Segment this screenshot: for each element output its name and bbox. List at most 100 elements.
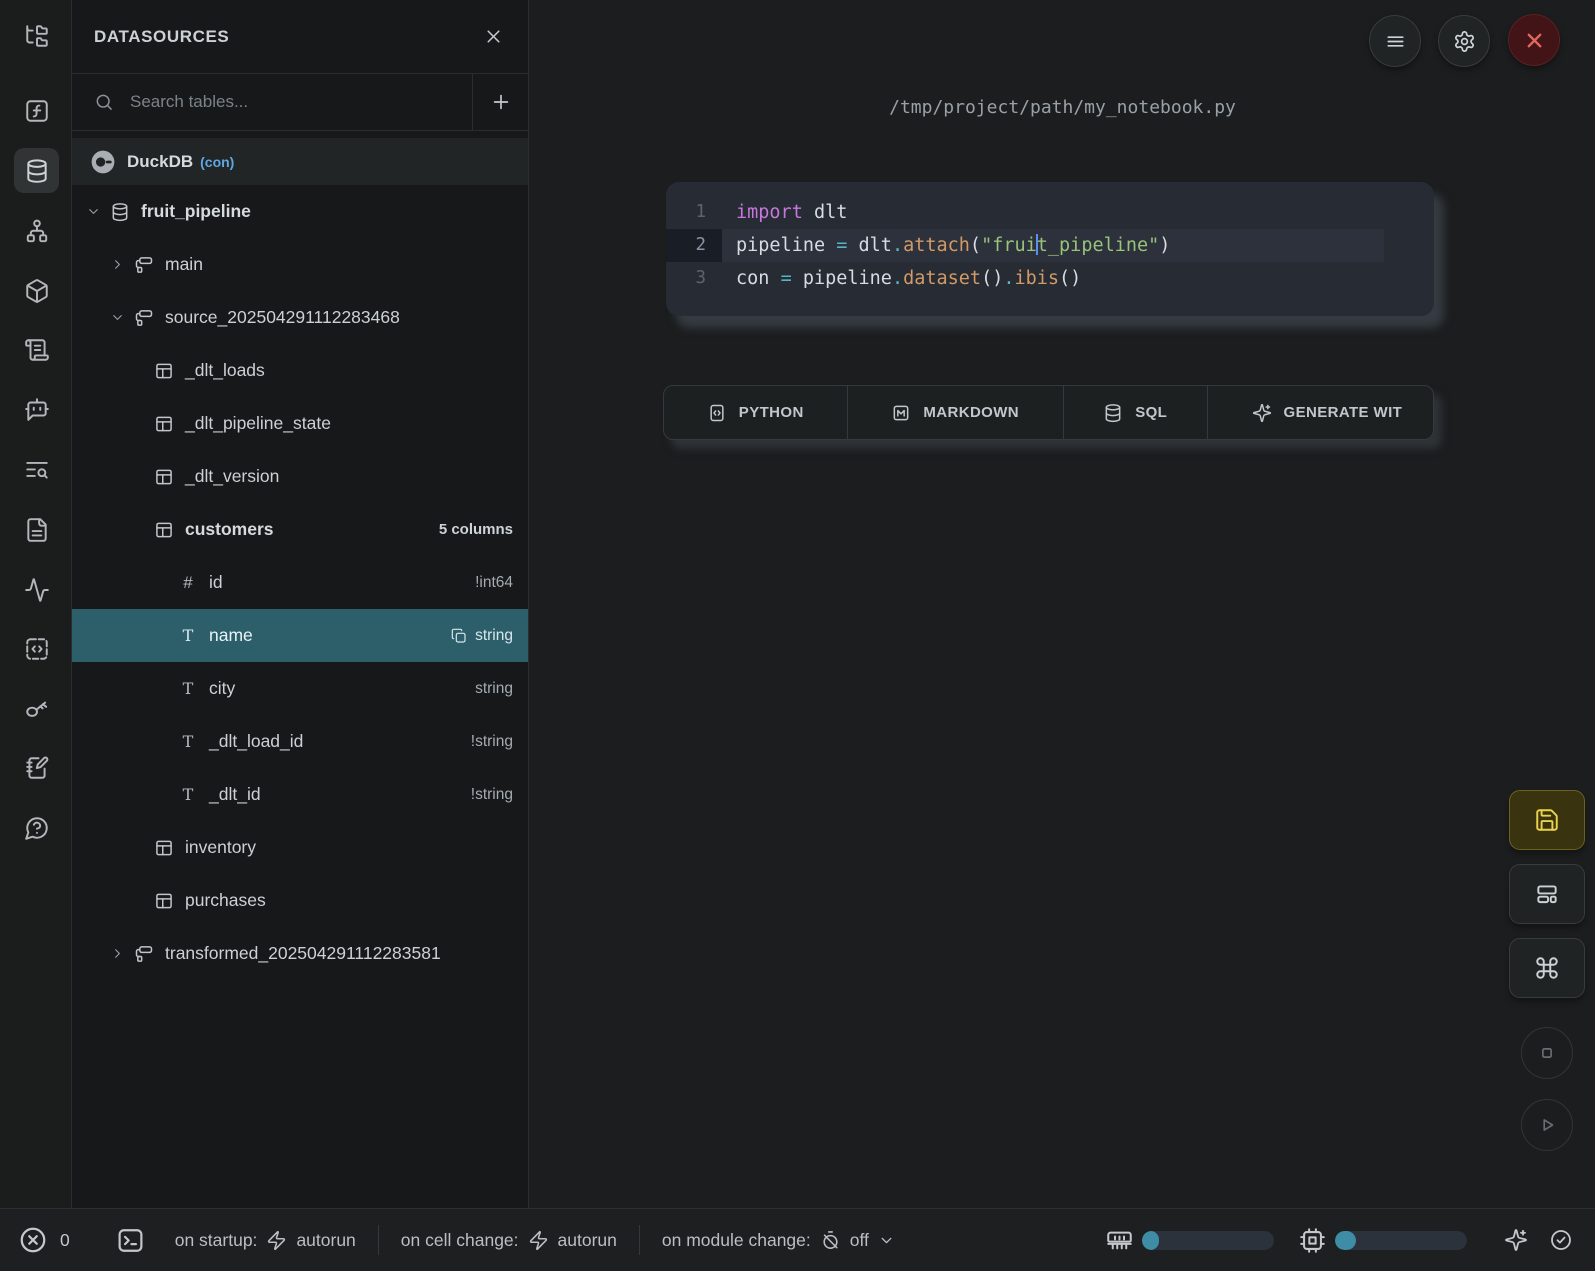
help-icon[interactable] xyxy=(14,805,59,850)
function-square-icon[interactable] xyxy=(14,88,59,133)
settings-button[interactable] xyxy=(1438,15,1490,67)
divider xyxy=(639,1225,640,1255)
tree-item-table-expanded[interactable]: customers 5 columns xyxy=(72,503,528,556)
text-column-icon: T xyxy=(178,679,198,699)
on-startup-setting[interactable]: on startup: autorun xyxy=(175,1230,356,1251)
scratchpad-icon[interactable] xyxy=(14,745,59,790)
tree-item-database[interactable]: fruit_pipeline xyxy=(72,185,528,238)
text-column-icon: T xyxy=(178,626,198,646)
column-name: _dlt_load_id xyxy=(209,731,303,752)
add-python-cell-button[interactable]: PYTHON xyxy=(664,386,847,439)
run-button[interactable] xyxy=(1521,1099,1573,1151)
documentation-scroll-icon[interactable] xyxy=(14,327,59,372)
add-sql-cell-button[interactable]: SQL xyxy=(1063,386,1207,439)
log-search-icon[interactable] xyxy=(14,447,59,492)
table-icon xyxy=(154,520,174,540)
layout-button[interactable] xyxy=(1509,864,1585,924)
code-line-active[interactable]: 2 pipeline = dlt.attach("fruit_pipeline"… xyxy=(666,229,1434,262)
tree-item-column[interactable]: T _dlt_id !string xyxy=(72,768,528,821)
shutdown-button[interactable] xyxy=(1508,14,1560,66)
copy-icon[interactable] xyxy=(451,628,467,644)
cpu-usage-bar xyxy=(1335,1231,1467,1250)
package-icon[interactable] xyxy=(14,268,59,313)
tree-item-column[interactable]: # id !int64 xyxy=(72,556,528,609)
ram-usage-bar xyxy=(1142,1231,1274,1250)
notebook-area: /tmp/project/path/my_notebook.py 1 impor… xyxy=(530,0,1595,1208)
tree-item-table[interactable]: _dlt_loads xyxy=(72,344,528,397)
panel-header: DATASOURCES xyxy=(72,0,528,74)
panel-close-button[interactable] xyxy=(483,26,504,47)
text-column-icon: T xyxy=(178,732,198,752)
tree-item-column[interactable]: T _dlt_load_id !string xyxy=(72,715,528,768)
sparkles-icon xyxy=(1252,403,1272,423)
tree-item-table[interactable]: _dlt_pipeline_state xyxy=(72,397,528,450)
code-cell[interactable]: 1 import dlt 2 pipeline = dlt.attach("fr… xyxy=(666,182,1434,316)
column-name: _dlt_id xyxy=(209,784,261,805)
error-count: 0 xyxy=(60,1230,70,1251)
schema-icon xyxy=(134,944,154,964)
tree-item-table[interactable]: inventory xyxy=(72,821,528,874)
connection-row[interactable]: DuckDB (con) xyxy=(72,138,528,185)
tree-item-schema[interactable]: transformed_202504291112283581 xyxy=(72,927,528,980)
tree-item-label: customers xyxy=(185,519,274,540)
database-icon xyxy=(1103,403,1123,423)
schema-icon xyxy=(134,255,154,275)
add-markdown-cell-button[interactable]: MARKDOWN xyxy=(847,386,1063,439)
add-datasource-button[interactable] xyxy=(472,74,528,130)
tree-item-label: transformed_202504291112283581 xyxy=(165,943,441,964)
chevron-right-icon[interactable] xyxy=(110,946,134,961)
generate-with-ai-button[interactable]: GENERATE WIT xyxy=(1207,386,1434,439)
stop-button[interactable] xyxy=(1521,1027,1573,1079)
tree-item-table[interactable]: purchases xyxy=(72,874,528,927)
tree-item-label: inventory xyxy=(185,837,256,858)
column-name: name xyxy=(209,625,253,646)
line-number: 3 xyxy=(666,262,722,295)
code-line[interactable]: 1 import dlt xyxy=(666,196,1434,229)
ai-chat-icon[interactable] xyxy=(14,386,59,431)
database-icon xyxy=(110,202,130,222)
add-cell-button-row: PYTHON MARKDOWN SQL GENERATE WIT xyxy=(663,385,1434,440)
file-tree-icon[interactable] xyxy=(14,13,59,58)
tree-item-schema[interactable]: source_202504291112283468 xyxy=(72,291,528,344)
table-icon xyxy=(154,891,174,911)
code-line[interactable]: 3 con = pipeline.dataset().ibis() xyxy=(666,262,1434,295)
command-icon xyxy=(1534,955,1560,981)
tracing-activity-icon[interactable] xyxy=(14,567,59,612)
search-icon xyxy=(94,92,114,112)
tree-item-table[interactable]: _dlt_version xyxy=(72,450,528,503)
connection-status-icon[interactable] xyxy=(1549,1228,1573,1252)
terminal-button[interactable] xyxy=(116,1226,145,1255)
chevron-down-icon[interactable] xyxy=(86,204,110,219)
code-square-icon[interactable] xyxy=(14,626,59,671)
chevron-down-icon xyxy=(878,1232,895,1249)
tree-item-schema[interactable]: main xyxy=(72,238,528,291)
on-module-change-setting[interactable]: on module change: off xyxy=(662,1230,895,1251)
search-input[interactable] xyxy=(130,92,472,112)
tree-item-column-selected[interactable]: T name string xyxy=(72,609,528,662)
snippets-file-icon[interactable] xyxy=(14,507,59,552)
chevron-right-icon[interactable] xyxy=(110,257,134,272)
gear-icon xyxy=(1453,30,1476,53)
line-number: 1 xyxy=(666,196,722,229)
datasources-icon[interactable] xyxy=(14,148,59,193)
error-counter[interactable]: 0 xyxy=(18,1225,70,1255)
tree-item-label: source_202504291112283468 xyxy=(165,307,400,328)
table-icon xyxy=(154,838,174,858)
search-box[interactable] xyxy=(72,74,472,130)
command-palette-button[interactable] xyxy=(1509,938,1585,998)
text-column-icon: T xyxy=(178,785,198,805)
tree-item-label: _dlt_pipeline_state xyxy=(185,413,331,434)
dependency-graph-icon[interactable] xyxy=(14,208,59,253)
zap-icon xyxy=(266,1230,287,1251)
ai-sparkles-icon[interactable] xyxy=(1504,1228,1528,1252)
tree-item-column[interactable]: T city string xyxy=(72,662,528,715)
save-button[interactable] xyxy=(1509,790,1585,850)
on-cell-change-setting[interactable]: on cell change: autorun xyxy=(401,1230,617,1251)
menu-button[interactable] xyxy=(1369,15,1421,67)
chevron-down-icon[interactable] xyxy=(110,310,134,325)
save-icon xyxy=(1534,807,1560,833)
table-icon xyxy=(154,414,174,434)
resource-meters xyxy=(1106,1227,1573,1254)
tree-item-label: purchases xyxy=(185,890,266,911)
secrets-key-icon[interactable] xyxy=(14,685,59,730)
